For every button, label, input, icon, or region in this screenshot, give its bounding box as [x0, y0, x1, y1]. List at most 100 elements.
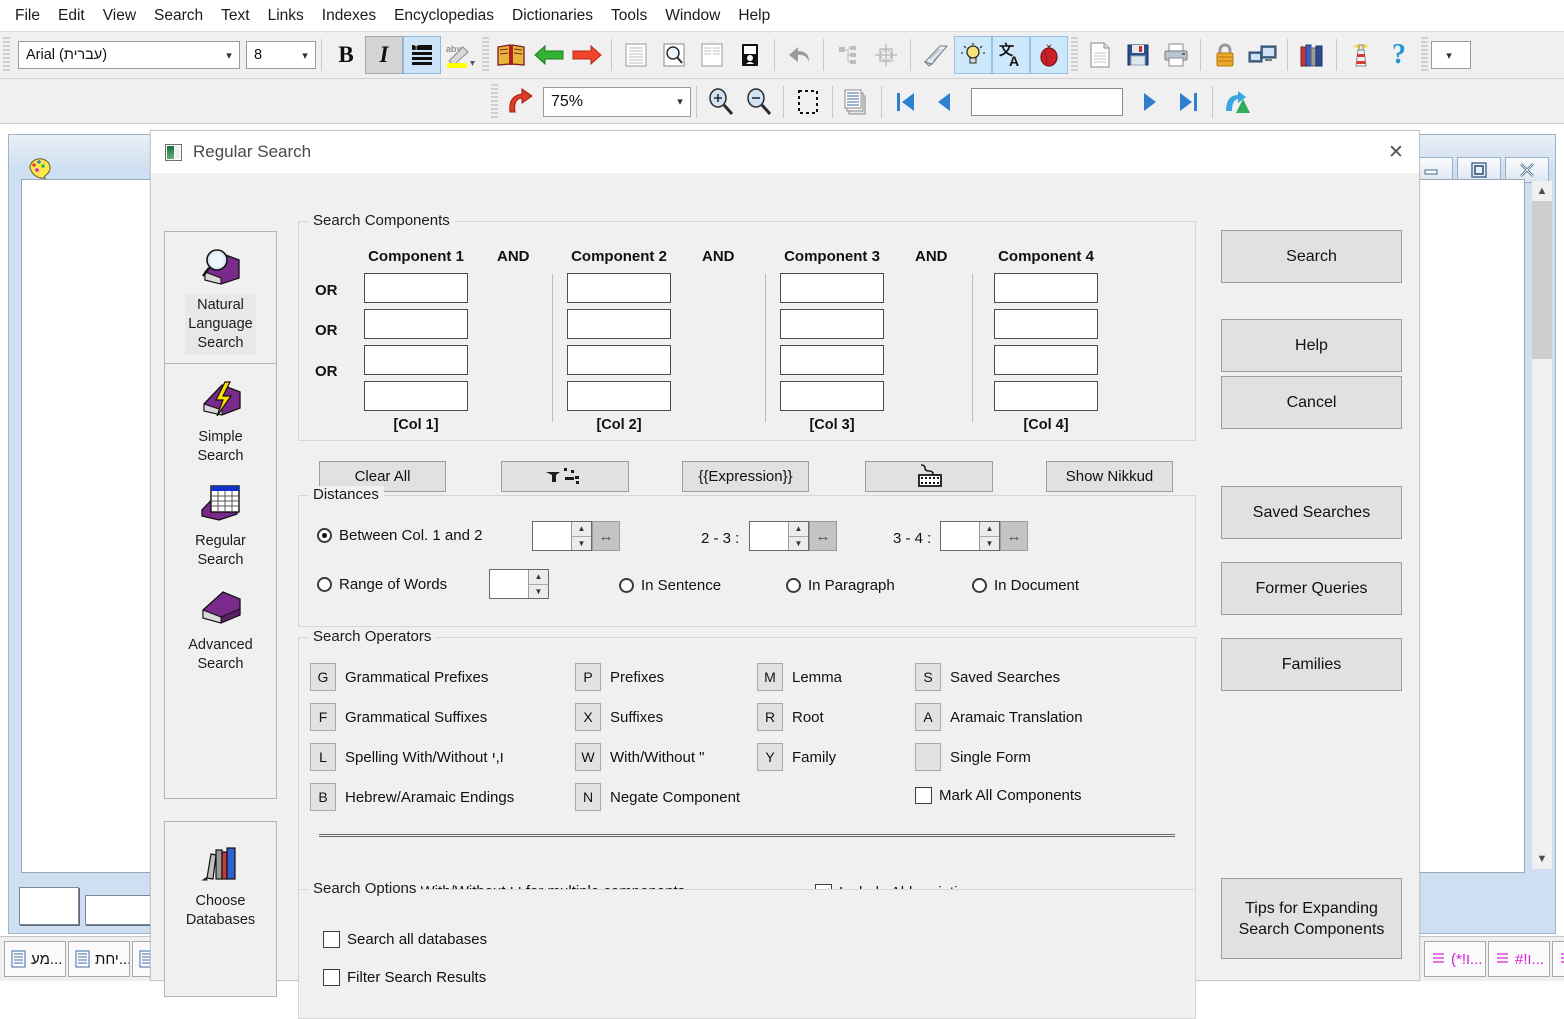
- toolbar-grip[interactable]: [482, 37, 489, 73]
- refresh-button[interactable]: [501, 83, 539, 121]
- bold-button[interactable]: B: [327, 36, 365, 74]
- library-button[interactable]: [1293, 36, 1331, 74]
- help-button[interactable]: ?: [1380, 36, 1418, 74]
- pair-2-3-spinner[interactable]: ▲ ▼: [749, 521, 809, 551]
- toolbar-grip[interactable]: [491, 84, 498, 120]
- operator-suffixes[interactable]: X Suffixes: [575, 703, 663, 731]
- select-region-button[interactable]: [789, 83, 827, 121]
- in-document-radio[interactable]: In Document: [972, 577, 1079, 594]
- pair-2-3-value[interactable]: [750, 522, 788, 550]
- menu-item-encyclopedias[interactable]: Encyclopedias: [385, 4, 503, 28]
- forward-button[interactable]: [568, 36, 606, 74]
- bookmark-button[interactable]: [731, 36, 769, 74]
- expression-button[interactable]: {{Expression}}: [682, 461, 809, 492]
- component-3-input-1[interactable]: [780, 273, 884, 303]
- scroll-down-icon[interactable]: ▼: [1532, 849, 1552, 869]
- pair-3-4-spinner[interactable]: ▲ ▼: [940, 521, 1000, 551]
- operator-prefixes[interactable]: P Prefixes: [575, 663, 664, 691]
- taskbar-tab[interactable]: יחת...: [68, 941, 130, 977]
- back-button[interactable]: [530, 36, 568, 74]
- former-queries-button[interactable]: Former Queries: [1221, 562, 1402, 615]
- menu-item-search[interactable]: Search: [145, 4, 212, 28]
- component-2-input-3[interactable]: [567, 345, 671, 375]
- menu-item-window[interactable]: Window: [656, 4, 729, 28]
- component-3-input-3[interactable]: [780, 345, 884, 375]
- menu-item-file[interactable]: File: [6, 4, 49, 28]
- menu-item-dictionaries[interactable]: Dictionaries: [503, 4, 602, 28]
- spinner-up-icon[interactable]: ▲: [572, 522, 591, 537]
- sidebar-item-simple-search[interactable]: Simple Search: [165, 364, 276, 468]
- outline-button[interactable]: [829, 36, 867, 74]
- component-4-input-1[interactable]: [994, 273, 1098, 303]
- paragraph-style-button[interactable]: T: [403, 36, 441, 74]
- families-button[interactable]: Families: [1221, 638, 1402, 691]
- new-document-button[interactable]: [1081, 36, 1119, 74]
- split-view-button[interactable]: [693, 36, 731, 74]
- first-page-button[interactable]: [887, 83, 925, 121]
- print-button[interactable]: [1157, 36, 1195, 74]
- undo-button[interactable]: [780, 36, 818, 74]
- menu-item-tools[interactable]: Tools: [602, 4, 656, 28]
- range-of-words-value[interactable]: [490, 570, 528, 598]
- operator-family[interactable]: Y Family: [757, 743, 836, 771]
- operator-single-form[interactable]: Single Form: [915, 743, 1031, 771]
- save-button[interactable]: [1119, 36, 1157, 74]
- pair-3-4-direction-button[interactable]: ↔: [1000, 521, 1028, 551]
- translate-button[interactable]: 文 A: [992, 36, 1030, 74]
- text-view-button[interactable]: [617, 36, 655, 74]
- network-button[interactable]: [1244, 36, 1282, 74]
- move-button[interactable]: [867, 36, 905, 74]
- toolbar-grip[interactable]: [3, 37, 10, 73]
- font-size-combo[interactable]: 8 ▾: [246, 41, 316, 69]
- font-family-combo[interactable]: Arial (עברית) ▾: [18, 41, 240, 69]
- open-book-button[interactable]: [492, 36, 530, 74]
- operator-grammatical-prefixes[interactable]: G Grammatical Prefixes: [310, 663, 488, 691]
- zoom-out-button[interactable]: [740, 83, 778, 121]
- spinner-up-icon[interactable]: ▲: [529, 570, 548, 585]
- bottom-pane[interactable]: [19, 887, 79, 925]
- between-distance-value[interactable]: [533, 522, 571, 550]
- spinner-down-icon[interactable]: ▼: [980, 537, 999, 551]
- component-1-input-3[interactable]: [364, 345, 468, 375]
- italic-button[interactable]: I: [365, 36, 403, 74]
- concepts-button[interactable]: [954, 36, 992, 74]
- cancel-button[interactable]: Cancel: [1221, 376, 1402, 429]
- operator-with-without-gershayim[interactable]: W With/Without ": [575, 743, 705, 771]
- toolbar-grip[interactable]: [1421, 37, 1428, 73]
- search-button[interactable]: Search: [1221, 230, 1402, 283]
- lock-button[interactable]: [1206, 36, 1244, 74]
- sidebar-item-choose-databases[interactable]: Choose Databases: [165, 822, 276, 932]
- preview-search-button[interactable]: [655, 36, 693, 74]
- component-1-input-2[interactable]: [364, 309, 468, 339]
- operator-root[interactable]: R Root: [757, 703, 824, 731]
- lighthouse-button[interactable]: [1342, 36, 1380, 74]
- component-2-input-1[interactable]: [567, 273, 671, 303]
- operator-saved-searches[interactable]: S Saved Searches: [915, 663, 1060, 691]
- zoom-in-button[interactable]: [702, 83, 740, 121]
- saved-searches-button[interactable]: Saved Searches: [1221, 486, 1402, 539]
- taskbar-tab[interactable]: #!ו...: [1488, 941, 1550, 977]
- taskbar-tab[interactable]: מע...: [4, 941, 66, 977]
- spinner-down-icon[interactable]: ▼: [572, 537, 591, 551]
- sidebar-item-regular-search[interactable]: Regular Search: [165, 468, 276, 572]
- nikkud-marks-button[interactable]: [501, 461, 629, 492]
- component-4-input-4[interactable]: [994, 381, 1098, 411]
- next-page-button[interactable]: [1131, 83, 1169, 121]
- component-4-input-2[interactable]: [994, 309, 1098, 339]
- dialog-close-button[interactable]: ✕: [1373, 131, 1419, 173]
- pomegranate-button[interactable]: [1030, 36, 1068, 74]
- range-of-words-radio[interactable]: Range of Words: [317, 576, 447, 593]
- between-distance-direction-button[interactable]: ↔: [592, 521, 620, 551]
- highlight-button[interactable]: aby: [441, 36, 479, 74]
- menu-item-help[interactable]: Help: [729, 4, 779, 28]
- taskbar-tab[interactable]: (*!ו...: [1424, 941, 1486, 977]
- operator-lemma[interactable]: M Lemma: [757, 663, 842, 691]
- operator-grammatical-suffixes[interactable]: F Grammatical Suffixes: [310, 703, 487, 731]
- component-1-input-1[interactable]: [364, 273, 468, 303]
- component-4-input-3[interactable]: [994, 345, 1098, 375]
- pair-3-4-value[interactable]: [941, 522, 979, 550]
- between-col-1-and-2-radio[interactable]: Between Col. 1 and 2: [317, 527, 482, 544]
- taskbar-tab[interactable]: [1552, 941, 1564, 977]
- previous-page-button[interactable]: [925, 83, 963, 121]
- sidebar-item-advanced-search[interactable]: Advanced Search: [165, 572, 276, 676]
